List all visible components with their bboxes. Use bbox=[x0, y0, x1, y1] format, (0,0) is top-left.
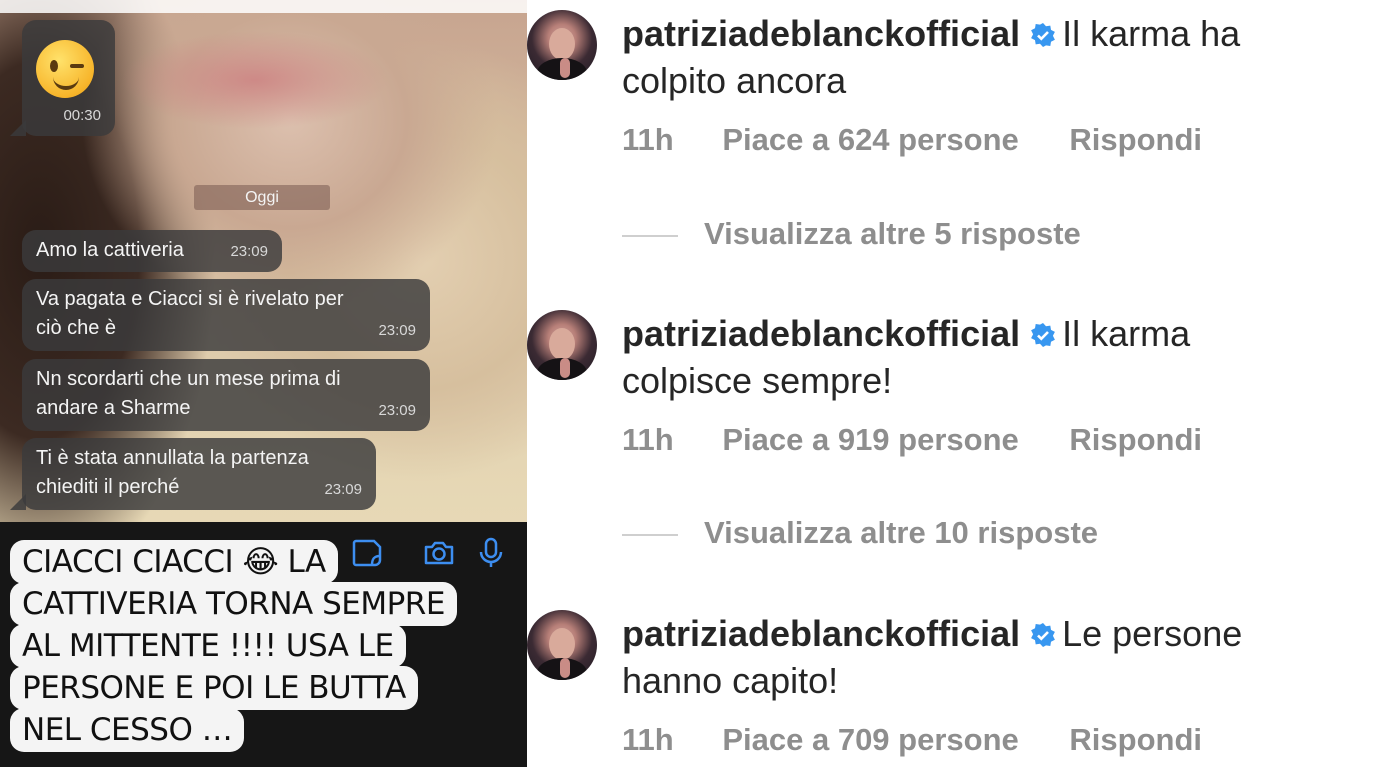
message-text-line: chiediti il perché bbox=[36, 476, 180, 498]
message-bubble[interactable]: Va pagata e Ciacci si è rivelato per ciò… bbox=[22, 279, 430, 351]
message-bubble[interactable]: Ti è stata annullata la partenza chiedit… bbox=[22, 438, 376, 510]
bubble-tail bbox=[10, 494, 26, 510]
comment-meta: 11h Piace a 919 persone Rispondi bbox=[622, 422, 1202, 458]
message-time: 23:09 bbox=[230, 243, 268, 260]
comment-body: colpito ancora bbox=[622, 60, 847, 101]
comment-meta: 11h Piace a 709 persone Rispondi bbox=[622, 722, 1202, 758]
avatar[interactable] bbox=[527, 310, 597, 380]
comment-age: 11h bbox=[622, 122, 674, 157]
comment-age: 11h bbox=[622, 422, 674, 457]
likes-count[interactable]: Piace a 624 persone bbox=[722, 122, 1018, 158]
replies-divider bbox=[622, 234, 678, 237]
verified-badge-icon bbox=[1031, 323, 1056, 347]
message-text-line: ciò che è bbox=[36, 317, 117, 339]
message-text-line: andare a Sharme bbox=[36, 397, 191, 419]
avatar[interactable] bbox=[527, 10, 597, 80]
status-strip bbox=[0, 0, 527, 13]
chat-panel: 00:30 Oggi Amo la cattiveria 23:09 Va pa… bbox=[0, 0, 527, 767]
message-time: 23:09 bbox=[378, 322, 416, 339]
view-replies-label: Visualizza altre 10 risposte bbox=[704, 515, 1099, 550]
comment-meta: 11h Piace a 624 persone Rispondi bbox=[622, 122, 1202, 158]
comment-text: patriziadeblanckofficial Il karma colpisc… bbox=[622, 310, 1382, 404]
likes-count[interactable]: Piace a 709 persone bbox=[722, 722, 1018, 758]
reply-button[interactable]: Rispondi bbox=[1069, 122, 1202, 158]
username[interactable]: patriziadeblanckofficial bbox=[622, 313, 1020, 354]
message-text-line: Va pagata e Ciacci si è rivelato per bbox=[36, 288, 344, 310]
winking-face-emoji-icon bbox=[36, 40, 94, 98]
comment-body: hanno capito! bbox=[622, 660, 839, 701]
comment-body: Il karma bbox=[1062, 313, 1191, 354]
username[interactable]: patriziadeblanckofficial bbox=[622, 13, 1020, 54]
date-separator: Oggi bbox=[194, 185, 330, 210]
view-replies-label: Visualizza altre 5 risposte bbox=[704, 216, 1081, 251]
reply-button[interactable]: Rispondi bbox=[1069, 422, 1202, 458]
comment-age: 11h bbox=[622, 722, 674, 757]
comments-panel: patriziadeblanckofficial Il karma ha colp… bbox=[527, 0, 1400, 767]
reply-button[interactable]: Rispondi bbox=[1069, 722, 1202, 758]
message-time: 00:30 bbox=[63, 107, 101, 124]
view-replies-link[interactable]: Visualizza altre 5 risposte bbox=[622, 216, 1081, 252]
replies-divider bbox=[622, 533, 678, 536]
message-time: 23:09 bbox=[378, 402, 416, 419]
message-bubble[interactable]: Nn scordarti che un mese prima di andare… bbox=[22, 359, 430, 431]
username[interactable]: patriziadeblanckofficial bbox=[622, 613, 1020, 654]
comment-body: Il karma ha bbox=[1062, 13, 1241, 54]
caption-line: CATTIVERIA TORNA SEMPRE bbox=[10, 582, 457, 626]
sticker-icon[interactable] bbox=[350, 536, 384, 570]
view-replies-link[interactable]: Visualizza altre 10 risposte bbox=[622, 515, 1098, 551]
likes-count[interactable]: Piace a 919 persone bbox=[722, 422, 1018, 458]
verified-badge-icon bbox=[1031, 623, 1056, 647]
message-text-line: Nn scordarti che un mese prima di bbox=[36, 368, 341, 390]
avatar[interactable] bbox=[527, 610, 597, 680]
caption-line: NEL CESSO … bbox=[10, 708, 245, 752]
comment-text: patriziadeblanckofficial Le persone hanno… bbox=[622, 610, 1382, 704]
comment-body: Le persone bbox=[1062, 613, 1243, 654]
caption-line: PERSONE E POI LE BUTTA bbox=[10, 666, 418, 710]
caption-line: AL MITTENTE !!!! USA LE bbox=[10, 624, 406, 668]
message-bubble[interactable]: Amo la cattiveria 23:09 bbox=[22, 230, 282, 272]
caption-line: CIACCI CIACCI 😂 LA bbox=[10, 540, 338, 584]
bubble-tail bbox=[10, 120, 26, 136]
message-text: Amo la cattiveria bbox=[36, 239, 184, 261]
microphone-icon[interactable] bbox=[474, 536, 508, 570]
message-time: 23:09 bbox=[324, 481, 362, 498]
comment-text: patriziadeblanckofficial Il karma ha colp… bbox=[622, 10, 1382, 104]
comment-body: colpisce sempre! bbox=[622, 360, 893, 401]
camera-icon[interactable] bbox=[422, 536, 456, 570]
verified-badge-icon bbox=[1031, 23, 1056, 47]
message-text-line: Ti è stata annullata la partenza bbox=[36, 447, 309, 469]
emoji-message-bubble[interactable]: 00:30 bbox=[22, 20, 115, 136]
